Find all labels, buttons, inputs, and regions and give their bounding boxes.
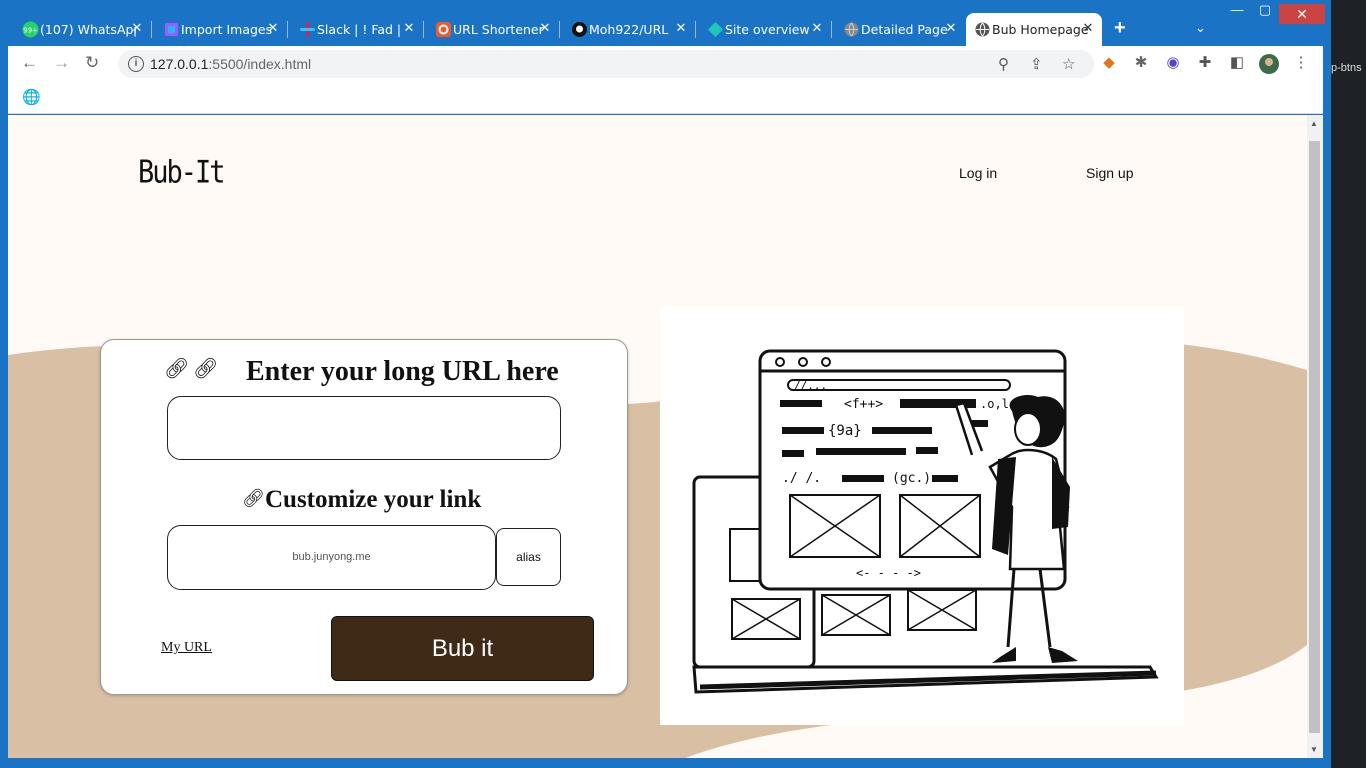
bookmarks-bar: 🌐 xyxy=(8,82,1323,114)
code-text: <- - - -> xyxy=(856,566,921,580)
side-panel-icon[interactable]: ◧ xyxy=(1227,54,1247,72)
tab-site-overview[interactable]: Site overview ✕ xyxy=(699,13,832,46)
close-icon[interactable]: ✕ xyxy=(401,21,417,37)
close-icon[interactable]: ✕ xyxy=(265,21,281,37)
close-icon[interactable]: ✕ xyxy=(673,21,689,37)
alias-field[interactable]: alias xyxy=(496,528,561,586)
address-bar[interactable]: i 127.0.0.1:5500/index.html ⚲ ⇪ ☆ xyxy=(118,50,1094,78)
tab-label: URL Shortener xyxy=(453,22,544,37)
reload-icon[interactable]: ↻ xyxy=(85,54,99,72)
illustration-woman-coding: //... <f++> .o,l {9a} ./ /. (gc.) <- - -… xyxy=(660,307,1184,725)
bookmark-star-icon[interactable]: ☆ xyxy=(1062,55,1075,73)
back-icon[interactable]: ← xyxy=(21,54,38,72)
globe-icon[interactable]: 🌐 xyxy=(22,88,41,106)
extension-icon[interactable]: ◉ xyxy=(1163,54,1183,72)
browser-toolbar: ← → ↻ i 127.0.0.1:5500/index.html ⚲ ⇪ ☆ … xyxy=(8,46,1323,82)
code-text: {9a} xyxy=(828,423,862,439)
whatsapp-icon: 99+ xyxy=(22,21,39,38)
site-logo[interactable]: Bub-It xyxy=(138,155,226,191)
url-shortener-icon xyxy=(435,21,452,38)
tab-whatsapp[interactable]: 99+ (107) WhatsApp ✕ xyxy=(14,13,152,46)
chevron-down-icon[interactable]: ⌄ xyxy=(1195,20,1206,36)
metamask-icon[interactable]: ◆ xyxy=(1099,54,1119,72)
zoom-icon[interactable]: ⚲ xyxy=(998,55,1009,73)
tab-detailed-page[interactable]: Detailed Page ✕ xyxy=(835,13,965,46)
info-icon[interactable]: i xyxy=(128,56,144,72)
url-text[interactable]: 127.0.0.1:5500/index.html xyxy=(150,56,311,72)
globe-icon xyxy=(974,21,991,38)
domain-field[interactable]: bub.junyong.me xyxy=(167,525,496,590)
link-icon: 🔗︎ xyxy=(242,488,265,508)
my-url-link[interactable]: My URL xyxy=(161,640,212,656)
tab-import-images[interactable]: Import Images ✕ xyxy=(155,13,288,46)
minimize-button[interactable]: — xyxy=(1222,2,1252,17)
code-text: .o,l xyxy=(980,397,1009,411)
maximize-button[interactable]: ▢ xyxy=(1250,2,1280,18)
tab-label: Import Images xyxy=(181,22,273,37)
signup-link[interactable]: Sign up xyxy=(1086,165,1133,181)
tab-bub-homepage[interactable]: Bub Homepage ✕ xyxy=(966,13,1102,46)
tab-strip: 99+ (107) WhatsApp ✕ Import Images ✕ Sla… xyxy=(0,0,1331,46)
login-link[interactable]: Log in xyxy=(959,165,997,181)
close-icon[interactable]: ✕ xyxy=(1080,21,1096,37)
tab-badge: 99+ xyxy=(23,27,38,35)
code-text: //... xyxy=(794,379,827,392)
tab-label: Moh922/URL xyxy=(589,22,669,37)
scroll-down-icon[interactable]: ▼ xyxy=(1310,745,1318,754)
form-heading: Enter your long URL here xyxy=(246,356,559,387)
menu-icon[interactable]: ⋮ xyxy=(1291,54,1311,72)
tab-label: Slack | ! Fad | xyxy=(317,22,402,37)
close-icon[interactable]: ✕ xyxy=(943,21,959,37)
tab-url-shortener[interactable]: URL Shortener ✕ xyxy=(427,13,560,46)
avatar[interactable] xyxy=(1259,54,1279,79)
shorten-form-card: 🔗︎ 🔗︎ Enter your long URL here 🔗︎ Custom… xyxy=(100,339,628,695)
scroll-up-icon[interactable]: ▲ xyxy=(1310,119,1318,128)
long-url-input[interactable] xyxy=(167,396,561,460)
new-tab-button[interactable]: + xyxy=(1114,18,1126,38)
close-window-button[interactable]: ✕ xyxy=(1279,4,1325,24)
code-text: <f++> xyxy=(844,397,883,412)
page-scrollbar[interactable]: ▲ ▼ xyxy=(1307,115,1323,758)
tab-slack[interactable]: Slack | ! Fad | ✕ xyxy=(291,13,424,46)
editor-snippet: p-btns xyxy=(1331,62,1362,74)
tab-label: (107) WhatsApp xyxy=(40,22,136,37)
github-icon xyxy=(571,21,588,38)
link-icon: 🔗︎ xyxy=(193,358,219,380)
background-editor-window: p-btns xyxy=(1331,0,1366,768)
bug-icon[interactable]: ✱ xyxy=(1131,54,1151,72)
page-viewport: Bub-It Log in Sign up 🔗︎ 🔗︎ Enter your l… xyxy=(8,115,1307,758)
figma-icon xyxy=(163,21,180,38)
code-text: ./ /. xyxy=(782,471,821,486)
netlify-icon xyxy=(707,21,724,38)
tab-github[interactable]: Moh922/URL ✕ xyxy=(563,13,696,46)
puzzle-icon[interactable]: ✚ xyxy=(1195,54,1215,72)
globe-icon xyxy=(843,21,860,38)
tab-label: Site overview xyxy=(725,22,810,37)
close-icon[interactable]: ✕ xyxy=(809,21,825,37)
tab-label: Bub Homepage xyxy=(992,22,1088,37)
bub-it-button[interactable]: Bub it xyxy=(331,616,594,681)
share-icon[interactable]: ⇪ xyxy=(1030,55,1043,73)
slack-icon xyxy=(299,21,316,38)
forward-icon[interactable]: → xyxy=(53,54,70,72)
close-icon[interactable]: ✕ xyxy=(129,21,145,37)
code-text: (gc.) xyxy=(892,471,931,486)
scrollbar-thumb[interactable] xyxy=(1309,141,1320,733)
customize-heading: Customize your link xyxy=(265,486,482,513)
close-icon[interactable]: ✕ xyxy=(537,21,553,37)
link-icon: 🔗︎ xyxy=(164,358,190,380)
